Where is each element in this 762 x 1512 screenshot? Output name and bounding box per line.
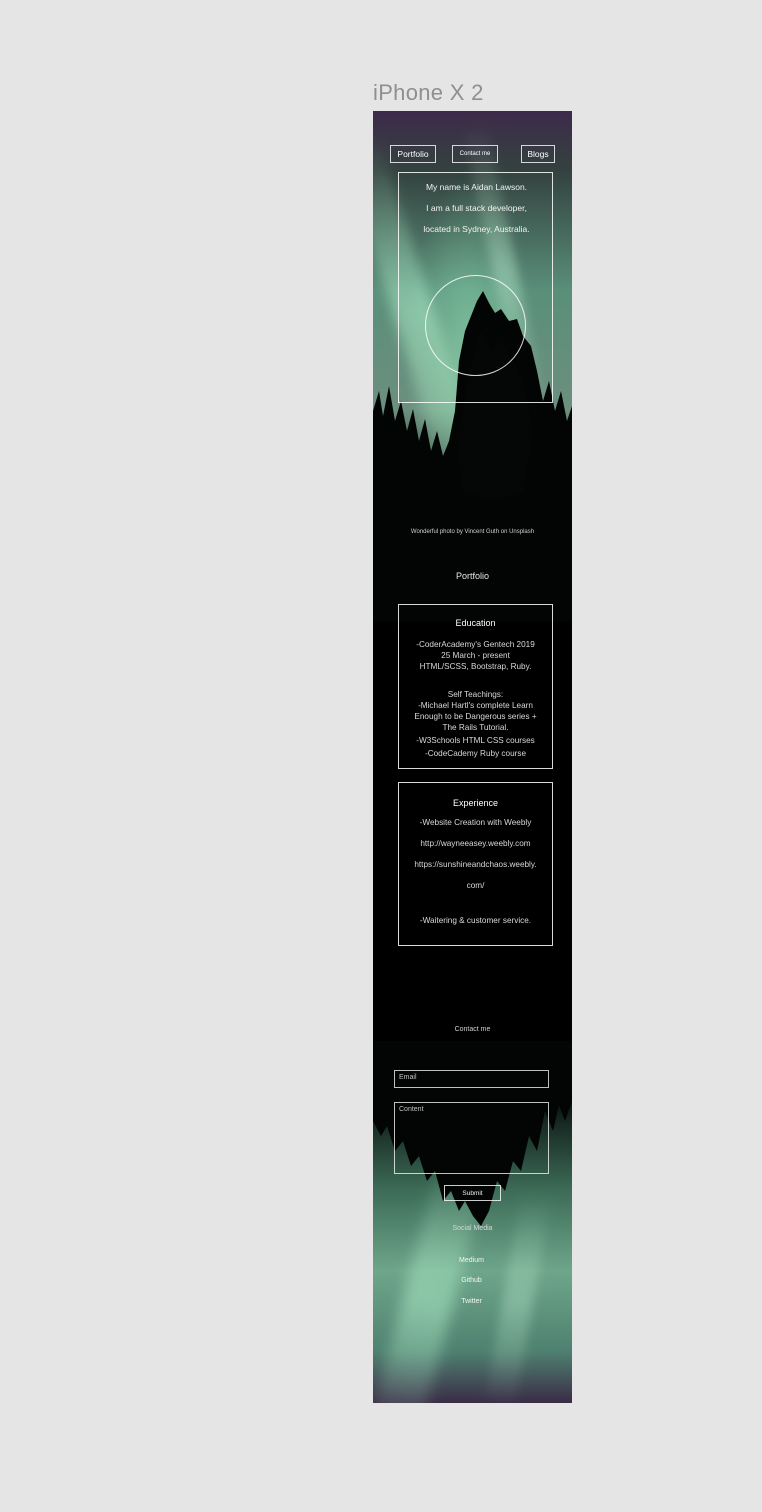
social-link-github[interactable]: Github bbox=[373, 1277, 570, 1284]
contact-heading: Contact me bbox=[454, 1026, 491, 1033]
education-line: -CoderAcademy's Gentech 2019 bbox=[416, 640, 535, 649]
experience-link[interactable]: http://wayneeasey.weebly.com bbox=[399, 839, 552, 850]
email-placeholder: Email bbox=[399, 1074, 417, 1081]
experience-card: Experience -Website Creation with Weebly… bbox=[398, 782, 553, 946]
education-title: Education bbox=[455, 618, 496, 628]
education-line: -Michael Hartl's complete Learn bbox=[418, 701, 533, 710]
experience-line: -Website Creation with Weebly bbox=[419, 818, 532, 827]
avatar-circle bbox=[425, 275, 526, 376]
education-line: 25 March - present bbox=[441, 651, 510, 660]
nav-contact-button[interactable]: Contact me bbox=[452, 145, 498, 163]
intro-line-name: My name is Aidan Lawson. bbox=[425, 182, 528, 192]
social-link-medium[interactable]: Medium bbox=[373, 1257, 570, 1264]
social-link-twitter[interactable]: Twitter bbox=[373, 1298, 570, 1305]
experience-line: -Waitering & customer service. bbox=[419, 916, 532, 925]
education-line: Self Teachings: bbox=[447, 690, 504, 699]
message-placeholder: Content bbox=[399, 1106, 424, 1113]
submit-button[interactable]: Submit bbox=[444, 1185, 501, 1201]
education-line: The Rails Tutorial. bbox=[442, 723, 509, 732]
social-heading: Social Media bbox=[452, 1225, 493, 1232]
experience-link[interactable]: https://sunshineandchaos.weebly. bbox=[399, 860, 552, 871]
nav-blogs-button[interactable]: Blogs bbox=[521, 145, 555, 163]
education-line: Enough to be Dangerous series + bbox=[414, 712, 537, 721]
nav-portfolio-button[interactable]: Portfolio bbox=[390, 145, 436, 163]
education-line: HTML/SCSS, Bootstrap, Ruby. bbox=[419, 662, 532, 671]
education-card: Education -CoderAcademy's Gentech 2019 2… bbox=[398, 604, 553, 769]
experience-title: Experience bbox=[452, 798, 499, 808]
message-field[interactable]: Content bbox=[394, 1102, 549, 1174]
intro-line-role: I am a full stack developer, bbox=[426, 203, 527, 213]
artboard-title: iPhone X 2 bbox=[373, 80, 484, 105]
photo-credit: Wonderful photo by Vincent Guth on Unspl… bbox=[410, 529, 535, 535]
education-line: -CodeCademy Ruby course bbox=[424, 749, 527, 758]
intro-line-location: located in Sydney, Australia. bbox=[423, 224, 530, 234]
portfolio-heading: Portfolio bbox=[455, 571, 490, 581]
education-line: -W3Schools HTML CSS courses bbox=[416, 736, 535, 745]
email-field[interactable]: Email bbox=[394, 1070, 549, 1088]
experience-link[interactable]: com/ bbox=[399, 881, 552, 892]
phone-frame: Portfolio Contact me Blogs My name is Ai… bbox=[373, 111, 572, 1403]
